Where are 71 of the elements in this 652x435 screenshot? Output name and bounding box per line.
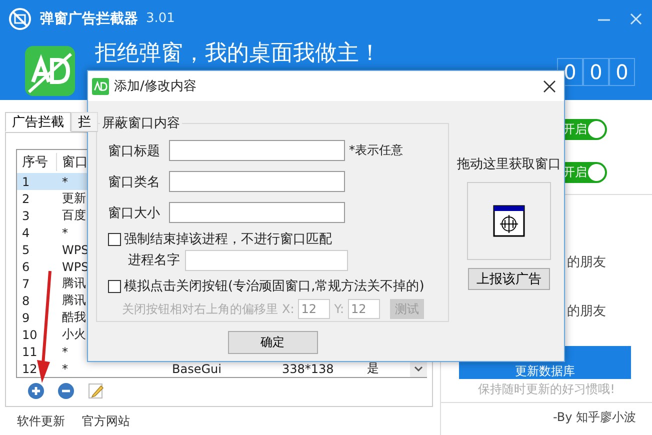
block-icon <box>8 6 32 31</box>
tab[interactable]: 拦 <box>71 112 98 132</box>
window-picker[interactable] <box>467 182 551 260</box>
table-cell: 7 <box>22 276 30 290</box>
note-text: 的朋友 <box>567 303 607 320</box>
input-field[interactable] <box>185 250 348 270</box>
table-cell: WPS <box>62 242 89 256</box>
field-label: 进程名字 <box>128 252 180 269</box>
footer-link[interactable]: 官方网站 <box>82 412 130 430</box>
field-label: 窗口大小 <box>108 204 161 222</box>
table-cell: * <box>62 362 68 376</box>
table-row[interactable]: 12 * BaseGui 338*138 是 <box>17 360 410 377</box>
input-field[interactable] <box>169 140 345 161</box>
table-cell: 腾讯 <box>62 275 86 292</box>
table-cell: BaseGui <box>172 362 222 376</box>
table-cell: 百度 <box>62 207 86 224</box>
table-cell: 6 <box>22 260 30 274</box>
slogan: 拒绝弹窗，我的桌面我做主！ <box>95 40 381 67</box>
field-label: 窗口标题 <box>108 142 161 160</box>
input-field[interactable] <box>169 171 345 192</box>
crosshair-window-icon <box>493 205 525 237</box>
table-cell: 腾讯 <box>62 292 86 309</box>
table-cell: 4 <box>22 226 30 240</box>
checkbox-label: 强制结束掉该进程，不进行窗口匹配 <box>124 231 332 248</box>
pencil-icon[interactable] <box>88 383 104 399</box>
table-cell: 11 <box>22 344 38 358</box>
counter-digit: 0 <box>583 58 609 86</box>
credit: -By 知乎廖小波 <box>552 409 636 426</box>
ok-button[interactable]: 确定 <box>228 331 318 354</box>
table-cell: 1 <box>22 174 30 188</box>
table-cell: WPS <box>62 260 89 274</box>
group-title: 屏蔽窗口内容 <box>101 115 181 132</box>
table-cell: 酷我 <box>62 309 86 326</box>
remove-icon[interactable] <box>58 383 74 399</box>
table-cell: * <box>62 226 68 240</box>
column-header[interactable]: 序号 <box>17 153 57 171</box>
footer-link[interactable]: 软件更新 <box>17 412 65 430</box>
add-icon[interactable] <box>28 383 44 399</box>
version-label: 3.01 <box>146 11 175 26</box>
tab[interactable]: 广告拦截 <box>5 112 71 132</box>
dialog-title: 添加/修改内容 <box>114 78 196 95</box>
table-cell: * <box>62 174 68 188</box>
caption: 保持随时更新的好习惯哦! <box>441 381 652 403</box>
close-button[interactable] <box>543 80 556 92</box>
note-text: 的朋友 <box>567 254 607 271</box>
table-cell: 338*138 <box>282 362 334 376</box>
table-cell: 小火 <box>62 326 86 343</box>
table-cell: 2 <box>22 192 30 206</box>
table-cell: 12 <box>22 362 38 376</box>
table-cell: 10 <box>22 328 38 342</box>
table-cell: 5 <box>22 242 30 256</box>
offset-label: 关闭按钮相对右上角的偏移里 <box>122 300 278 318</box>
logo-icon <box>92 78 109 94</box>
y-label: Y: <box>334 302 344 316</box>
checkbox[interactable] <box>108 232 121 246</box>
window-title: 弹窗广告拦截器 <box>40 10 138 28</box>
field-hint: *表示任意 <box>349 142 403 159</box>
report-button[interactable]: 上报该广告 <box>468 268 550 290</box>
field-label: 窗口类名 <box>108 174 161 190</box>
x-label: X: <box>282 302 294 316</box>
counter-digit: 0 <box>609 58 635 86</box>
input-field[interactable] <box>169 202 345 223</box>
checkbox-label: 模拟点击关闭按钮(专治顽固窗口,常规方法关不掉的) <box>124 278 424 295</box>
table-cell: 更新 <box>62 190 86 207</box>
table-cell: * <box>62 344 68 358</box>
close-icon[interactable] <box>630 12 642 25</box>
logo-icon <box>25 46 75 96</box>
table-cell: 8 <box>22 294 30 308</box>
table-cell: 9 <box>22 310 30 324</box>
table-cell: 3 <box>22 208 30 222</box>
table-cell: 是 <box>367 360 379 377</box>
